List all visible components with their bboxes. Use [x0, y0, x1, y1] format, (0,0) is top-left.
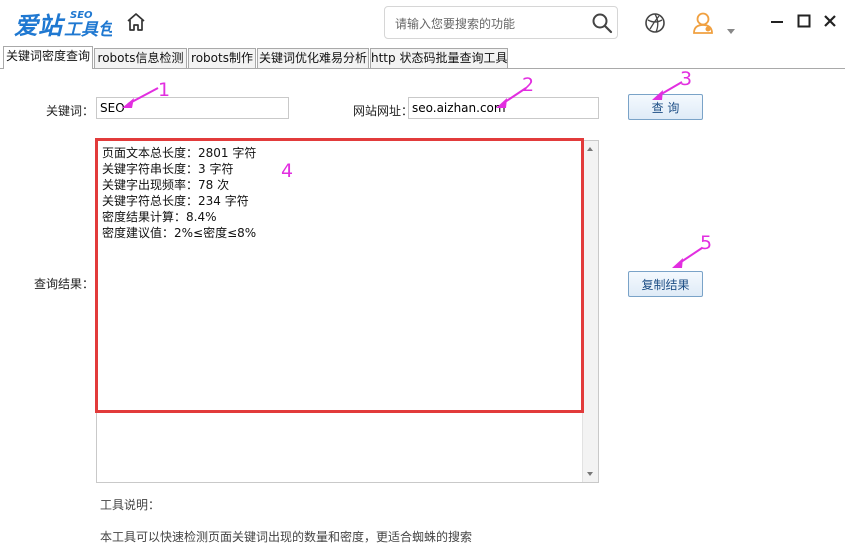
keyword-label: 关键词： — [46, 104, 95, 118]
tab-keyword-density[interactable]: 关键词密度查询 — [3, 46, 93, 69]
search-box[interactable] — [384, 6, 618, 39]
tab-bar-divider — [0, 68, 845, 69]
url-label: 网站网址： — [353, 104, 414, 118]
tab-http-status[interactable]: http 状态码批量查询工具 — [370, 48, 508, 68]
logo-text: 爱站 — [14, 12, 66, 40]
result-scrollbar[interactable] — [582, 141, 598, 482]
logo-sub: 工具包 — [64, 20, 112, 40]
tab-bar: 关键词密度查询 robots信息检测 robots制作 关键词优化难易分析 ht… — [0, 46, 845, 70]
minimize-icon[interactable] — [768, 12, 786, 30]
logo-seo: SEO — [70, 10, 93, 21]
tool-notes-title: 工具说明： — [100, 498, 161, 512]
tab-robots-check[interactable]: robots信息检测 — [94, 48, 187, 68]
tab-robots-make[interactable]: robots制作 — [188, 48, 256, 68]
user-icon[interactable] — [692, 11, 714, 35]
search-input[interactable] — [393, 12, 587, 36]
scroll-up-icon[interactable] — [587, 147, 593, 151]
search-icon[interactable] — [591, 12, 613, 34]
annotation-arrow-1 — [122, 87, 159, 108]
annotation-arrow-3 — [652, 81, 683, 100]
tab-keyword-difficulty[interactable]: 关键词优化难易分析 — [257, 48, 369, 68]
copy-result-button[interactable]: 复制结果 — [628, 271, 703, 297]
home-icon[interactable] — [124, 10, 148, 34]
highlight-box — [95, 138, 584, 413]
close-icon[interactable] — [821, 12, 839, 30]
annotation-arrow-2 — [496, 87, 527, 108]
chevron-down-icon[interactable] — [727, 20, 735, 34]
scroll-down-icon[interactable] — [587, 472, 593, 476]
browser-icon[interactable] — [644, 12, 666, 34]
result-label: 查询结果： — [34, 277, 95, 291]
app-logo: 爱站 工具包 SEO — [12, 5, 117, 41]
annotation-4: 4 — [281, 160, 294, 182]
tool-notes-description: 本工具可以快速检测页面关键词出现的数量和密度，更适合蜘蛛的搜索 — [100, 530, 473, 544]
maximize-icon[interactable] — [795, 12, 813, 30]
annotation-arrow-5 — [672, 247, 703, 268]
title-bar: 爱站 工具包 SEO — [0, 0, 845, 46]
